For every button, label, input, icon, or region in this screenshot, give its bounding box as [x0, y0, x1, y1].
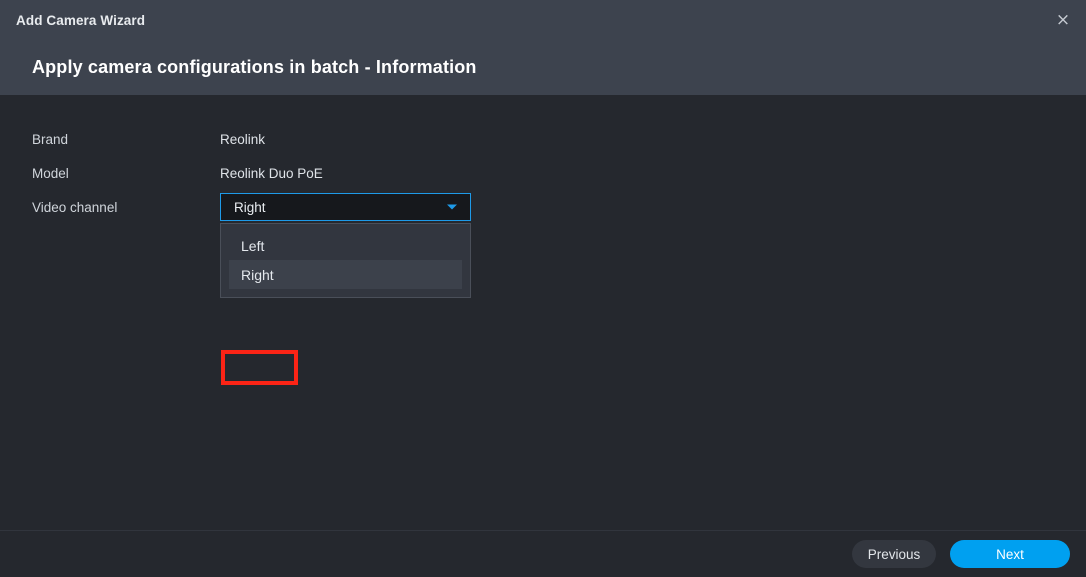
close-button[interactable]: ×	[1040, 0, 1086, 40]
dialog-body: Brand Reolink Model Reolink Duo PoE Vide…	[0, 95, 1086, 530]
dialog-header: Apply camera configurations in batch - I…	[0, 40, 1086, 95]
chevron-down-icon	[447, 204, 457, 210]
model-value: Reolink Duo PoE	[220, 165, 323, 181]
video-channel-label: Video channel	[32, 199, 118, 215]
video-channel-selected-value: Right	[234, 199, 266, 215]
dropdown-option-right[interactable]: Right	[229, 260, 462, 289]
close-icon: ×	[1055, 9, 1071, 30]
model-label: Model	[32, 165, 69, 181]
annotation-highlight-box	[221, 350, 298, 385]
dropdown-option-label: Right	[241, 266, 274, 283]
next-button[interactable]: Next	[950, 540, 1070, 568]
window-title: Add Camera Wizard	[16, 12, 146, 28]
dropdown-option-left[interactable]: Left	[221, 231, 470, 260]
brand-label: Brand	[32, 131, 69, 147]
dialog-footer: Previous Next	[0, 530, 1086, 577]
video-channel-combobox-wrapper: Right Left Right	[220, 193, 471, 298]
form-row-video-channel: Video channel Right Left Right	[0, 190, 1086, 298]
video-channel-select[interactable]: Right	[220, 193, 471, 221]
form-row-model: Model Reolink Duo PoE	[0, 156, 1086, 190]
page-title: Apply camera configurations in batch - I…	[32, 57, 477, 77]
add-camera-wizard-dialog: Add Camera Wizard × Apply camera configu…	[0, 0, 1086, 577]
dropdown-option-label: Left	[241, 237, 265, 254]
previous-button[interactable]: Previous	[852, 540, 936, 568]
video-channel-dropdown-list: Left Right	[220, 223, 471, 298]
form-row-brand: Brand Reolink	[0, 122, 1086, 156]
brand-value: Reolink	[220, 131, 266, 147]
titlebar: Add Camera Wizard ×	[0, 0, 1086, 40]
